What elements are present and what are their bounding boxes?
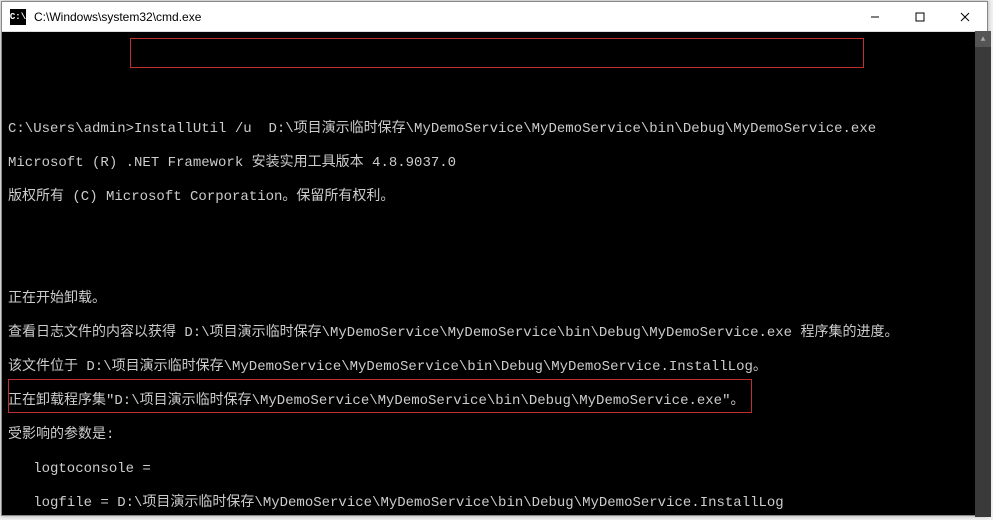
terminal-line [8, 87, 981, 104]
minimize-button[interactable] [852, 2, 897, 31]
titlebar[interactable]: C:\ C:\Windows\system32\cmd.exe [2, 2, 987, 32]
terminal-line: 查看日志文件的内容以获得 D:\项目演示临时保存\MyDemoService\M… [8, 325, 981, 342]
vertical-scrollbar[interactable]: ▲ [975, 31, 991, 517]
maximize-icon [915, 12, 925, 22]
terminal-output[interactable]: C:\Users\admin>InstallUtil /u D:\项目演示临时保… [2, 32, 987, 515]
terminal-line: 该文件位于 D:\项目演示临时保存\MyDemoService\MyDemoSe… [8, 359, 981, 376]
terminal-line: C:\Users\admin>InstallUtil /u D:\项目演示临时保… [8, 121, 981, 138]
scroll-up-button[interactable]: ▲ [975, 31, 991, 47]
terminal-line [8, 223, 981, 240]
terminal-line: 正在卸载程序集"D:\项目演示临时保存\MyDemoService\MyDemo… [8, 393, 981, 410]
scrollbar-track[interactable]: ▲ [975, 31, 991, 517]
cmd-window: C:\ C:\Windows\system32\cmd.exe C:\Users… [1, 1, 988, 516]
cmd-icon: C:\ [10, 9, 26, 25]
terminal-line: 正在开始卸载。 [8, 291, 981, 308]
terminal-line: 版权所有 (C) Microsoft Corporation。保留所有权利。 [8, 189, 981, 206]
terminal-line: logtoconsole = [8, 461, 981, 478]
terminal-line: 受影响的参数是: [8, 427, 981, 444]
close-button[interactable] [942, 2, 987, 31]
window-controls [852, 2, 987, 31]
close-icon [960, 12, 970, 22]
terminal-line: Microsoft (R) .NET Framework 安装实用工具版本 4.… [8, 155, 981, 172]
maximize-button[interactable] [897, 2, 942, 31]
terminal-line [8, 257, 981, 274]
minimize-icon [870, 12, 880, 22]
window-title: C:\Windows\system32\cmd.exe [32, 10, 852, 24]
highlight-box-command [130, 38, 864, 68]
terminal-line: logfile = D:\项目演示临时保存\MyDemoService\MyDe… [8, 495, 981, 512]
